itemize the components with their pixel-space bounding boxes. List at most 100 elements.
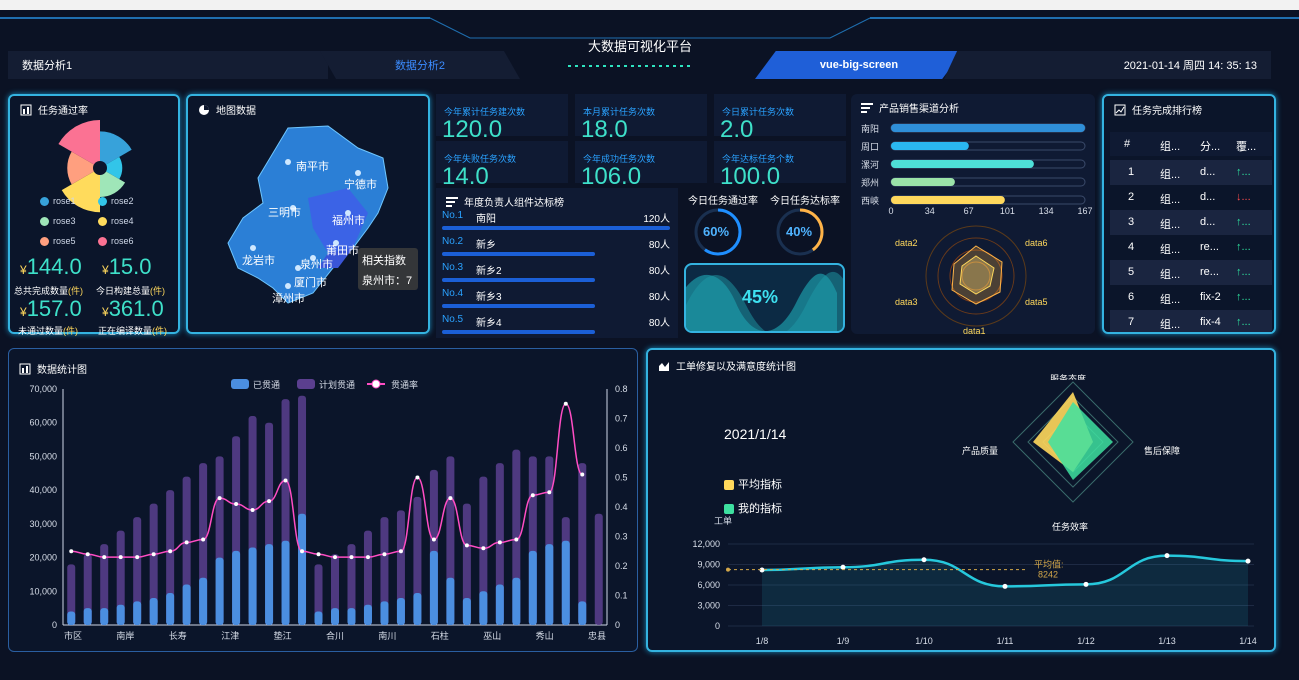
tab-data-analysis-1[interactable]: 数据分析1 <box>8 51 328 79</box>
table-row[interactable]: 2 组... d... ↓... <box>1110 185 1272 210</box>
table-row[interactable]: 3 组... d... ↑... <box>1110 210 1272 235</box>
x-tick: 市区 <box>64 630 82 641</box>
rate-line <box>71 402 583 558</box>
tick-label: 134 <box>1039 206 1054 216</box>
stat-value: 14.0 <box>442 163 489 190</box>
y2-tick: 0 <box>615 620 620 630</box>
stats-chart-panel: 数据统计图 0 10,000 20,000 30,000 40,000 50,000 60,… <box>8 348 638 652</box>
legend-swatch <box>231 379 249 389</box>
bar <box>891 124 1085 132</box>
x-tick: 1/8 <box>756 636 769 646</box>
bar-done <box>67 611 76 625</box>
rank-bar <box>442 278 595 282</box>
legend-rose5: rose5 <box>53 236 76 246</box>
x-tick: 1/11 <box>997 636 1014 646</box>
cell-branch: re... <box>1200 266 1219 278</box>
line-point <box>1002 583 1008 589</box>
stat-card-today: 今日累计任务次数 2.0 <box>714 94 846 143</box>
cell-group: 组... <box>1160 244 1181 256</box>
legend-rose4: rose4 <box>111 216 134 226</box>
bar-done <box>265 544 274 625</box>
table-row[interactable]: 4 组... re... ↑... <box>1110 235 1272 260</box>
x-tick: 南岸 <box>116 630 134 641</box>
cell-branch: fix-2 <box>1200 291 1221 303</box>
cell-trend: ↑... <box>1236 291 1251 303</box>
bar-done <box>83 608 92 625</box>
stat-value: 120.0 <box>442 116 503 143</box>
bar <box>891 178 955 186</box>
x-tick: 1/10 <box>915 636 933 646</box>
pass-rate-value: 60% <box>703 224 730 239</box>
table-row[interactable]: 1 组... d... ↑... <box>1110 160 1272 185</box>
cell-branch: re... <box>1200 241 1219 253</box>
legend-dot <box>40 217 49 227</box>
y2-tick: 0.3 <box>615 532 628 542</box>
rate-point <box>333 555 337 560</box>
stat-card-month: 本月累计任务次数 18.0 <box>575 94 707 143</box>
rate-point <box>267 499 272 504</box>
stat-value: 18.0 <box>581 116 628 143</box>
rank-no: No.2 <box>442 236 464 247</box>
tooltip-title: 相关指数 <box>362 255 406 267</box>
tab-data-analysis-2[interactable]: 数据分析2 <box>320 51 520 79</box>
radar-label: data2 <box>895 238 918 248</box>
line-chart-icon <box>1114 104 1126 115</box>
cell-trend: ↑... <box>1236 241 1251 253</box>
table-row[interactable]: 5 组... re... ↑... <box>1110 260 1272 285</box>
rank-bar <box>442 252 595 256</box>
cell-group: 组... <box>1160 294 1181 306</box>
average-value: 8242 <box>1038 570 1058 580</box>
reach-rate-value: 40% <box>786 224 813 239</box>
cell-branch: d... <box>1200 166 1216 178</box>
radar-label: data6 <box>1025 238 1048 248</box>
rate-point <box>135 555 140 560</box>
rate-point <box>234 502 239 507</box>
stat-card-success: 今年成功任务次数 106.0 <box>575 141 707 190</box>
rank-name: 新乡 <box>476 240 496 251</box>
legend-swatch <box>297 379 315 389</box>
rate-point <box>184 540 189 545</box>
legend-rose3: rose3 <box>53 216 76 226</box>
rank-no: No.5 <box>442 314 464 325</box>
radar-label: 售后保障 <box>1144 446 1181 456</box>
line-point <box>1083 581 1089 587</box>
tab-vue-big-screen[interactable]: vue-big-screen <box>755 51 963 79</box>
top-bar <box>0 0 1299 10</box>
stats-combo-chart: 0 10,000 20,000 30,000 40,000 50,000 60,000 70,… <box>29 379 628 641</box>
line-point <box>1164 553 1170 559</box>
legend-label: 贯通率 <box>391 379 418 390</box>
cell-trend: ↑... <box>1236 316 1251 328</box>
rank-count: 120人 <box>643 214 670 225</box>
table-row[interactable]: 6 组... fix-2 ↑... <box>1110 285 1272 310</box>
x-tick: 巫山 <box>483 631 501 641</box>
cell-trend: ↑... <box>1236 216 1251 228</box>
rank-no: No.1 <box>442 210 464 221</box>
bar-done <box>133 601 142 625</box>
chart-icon <box>20 104 32 115</box>
rate-point <box>398 549 403 554</box>
tick-label: 34 <box>925 206 935 216</box>
table-header: # 组... 分... 覆... <box>1110 132 1272 156</box>
rate-point <box>514 537 519 542</box>
col-header: # <box>1124 138 1131 150</box>
x-tick: 合川 <box>326 630 344 641</box>
rate-point <box>250 507 255 512</box>
bar-done <box>462 598 471 625</box>
y-tick: 6,000 <box>697 580 720 590</box>
rank-name: 新乡4 <box>476 318 502 329</box>
table-row[interactable]: 7 组... fix-4 ↑... <box>1110 310 1272 332</box>
bar-done <box>116 604 125 625</box>
bar-done <box>199 577 208 625</box>
task-pass-panel: 任务通过率 rose1 rose2 rose3 rose4 rose5 rose… <box>8 94 180 336</box>
bar-label: 漯河 <box>861 159 879 170</box>
city-zhangzhou: 漳州市 <box>272 293 305 305</box>
bar-done <box>545 544 554 625</box>
bar-done <box>512 577 521 625</box>
average-marker <box>726 567 730 572</box>
col-header: 覆... <box>1236 141 1257 153</box>
bar-done <box>298 513 307 625</box>
y-tick: 3,000 <box>697 601 720 611</box>
x-tick: 1/14 <box>1239 636 1257 646</box>
x-tick: 1/12 <box>1077 636 1095 646</box>
legend-rose2: rose2 <box>111 196 134 206</box>
